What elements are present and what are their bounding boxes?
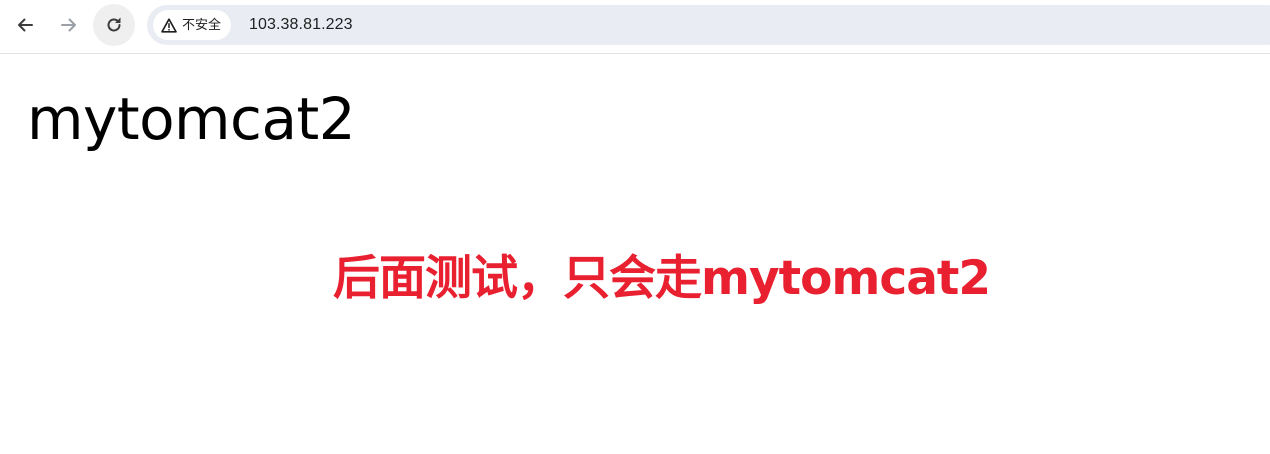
arrow-right-icon <box>60 16 78 34</box>
security-indicator[interactable]: 不安全 <box>153 10 232 40</box>
page-title: mytomcat2 <box>27 85 356 153</box>
back-button[interactable] <box>4 4 46 46</box>
forward-button[interactable] <box>48 4 90 46</box>
arrow-left-icon <box>16 16 34 34</box>
reload-icon <box>105 16 123 34</box>
address-bar[interactable]: 不安全 103.38.81.223 <box>147 5 1270 45</box>
annotation-text: 后面测试，只会走mytomcat2 <box>333 251 991 306</box>
warning-triangle-icon <box>161 17 177 33</box>
page-content: mytomcat2 后面测试，只会走mytomcat2 <box>0 55 1270 454</box>
browser-toolbar: 不安全 103.38.81.223 <box>0 0 1270 54</box>
url-text[interactable]: 103.38.81.223 <box>249 5 353 45</box>
reload-button[interactable] <box>93 4 135 46</box>
security-label: 不安全 <box>182 17 222 33</box>
